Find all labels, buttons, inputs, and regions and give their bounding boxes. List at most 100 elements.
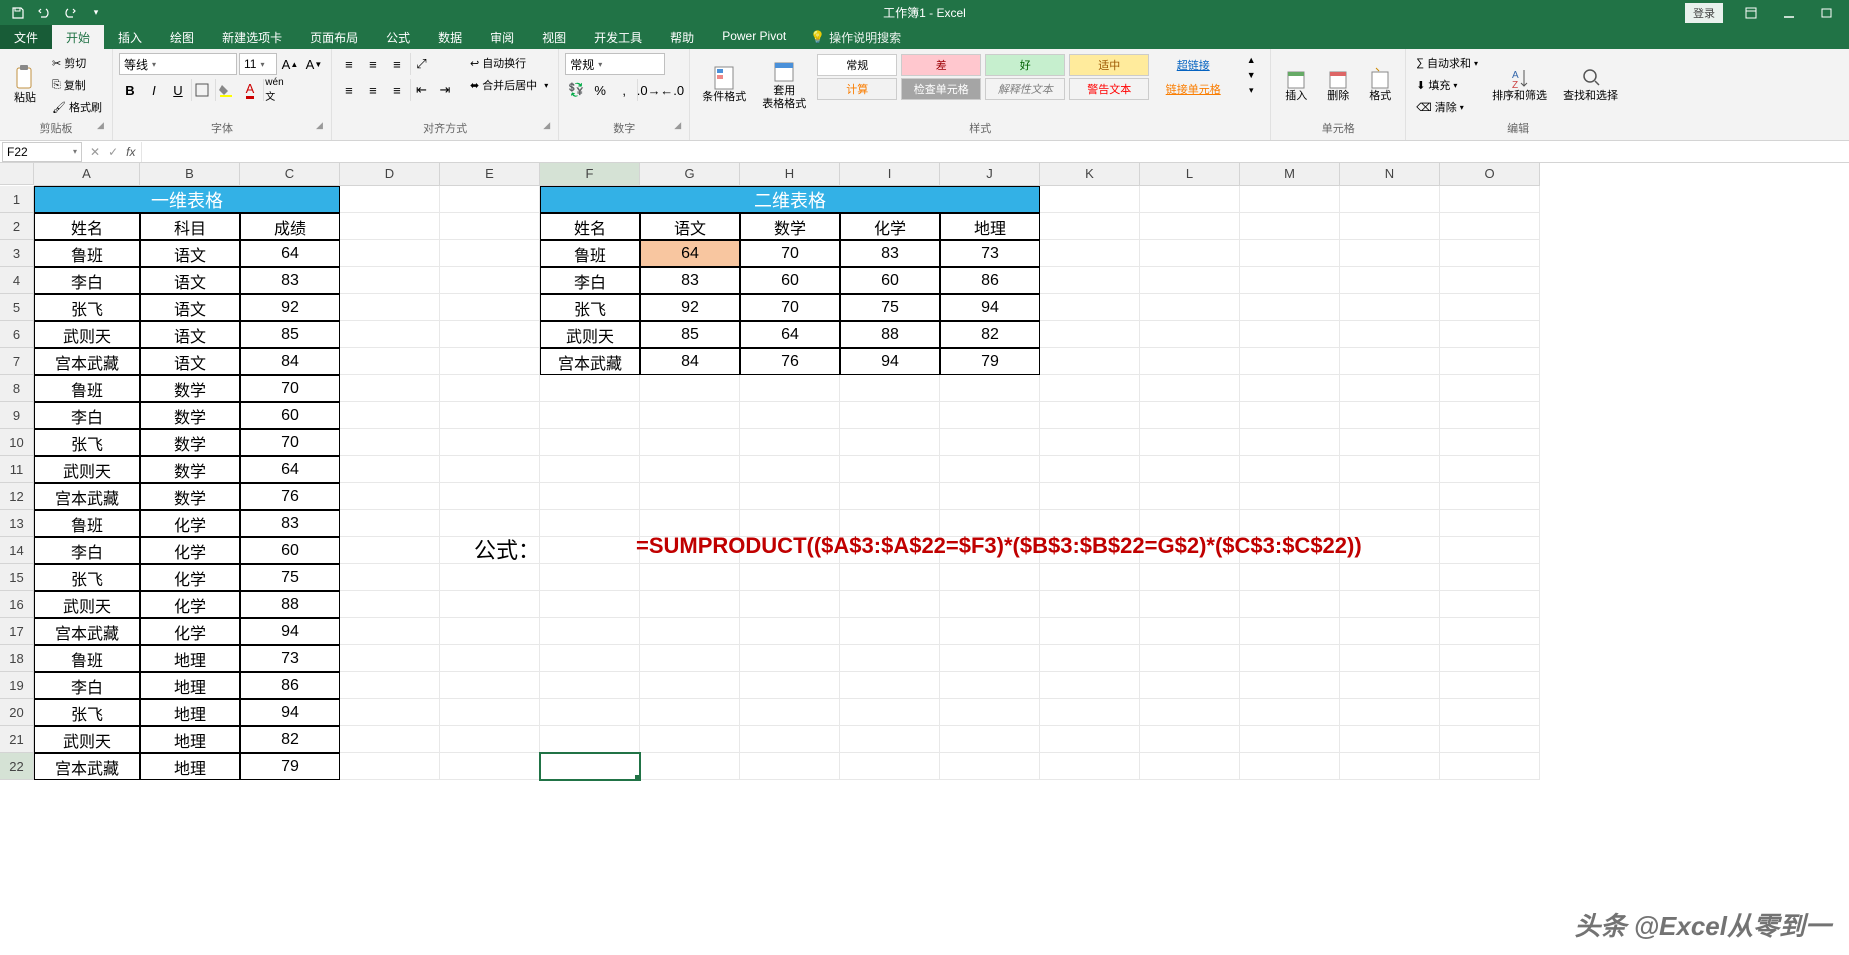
- align-left-icon[interactable]: ≡: [338, 79, 360, 101]
- increase-indent-icon[interactable]: ⇥: [434, 79, 456, 101]
- row-header-11[interactable]: 11: [0, 456, 34, 483]
- cell-C5[interactable]: 92: [240, 294, 340, 321]
- cell-K12[interactable]: [1040, 483, 1140, 510]
- cell-L19[interactable]: [1140, 672, 1240, 699]
- row-header-7[interactable]: 7: [0, 348, 34, 375]
- increase-font-icon[interactable]: A▲: [279, 53, 301, 75]
- cell-O3[interactable]: [1440, 240, 1540, 267]
- col-header-H[interactable]: H: [740, 163, 840, 185]
- style-scroll-up[interactable]: ▲: [1240, 53, 1262, 67]
- cell-B12[interactable]: 数学: [140, 483, 240, 510]
- cell-K14[interactable]: [1040, 537, 1140, 564]
- cell-D11[interactable]: [340, 456, 440, 483]
- row-header-18[interactable]: 18: [0, 645, 34, 672]
- row-header-21[interactable]: 21: [0, 726, 34, 753]
- cell-A4[interactable]: 李白: [34, 267, 140, 294]
- cell-C15[interactable]: 75: [240, 564, 340, 591]
- cell-D14[interactable]: [340, 537, 440, 564]
- row-header-15[interactable]: 15: [0, 564, 34, 591]
- cell-D22[interactable]: [340, 753, 440, 780]
- cell-B7[interactable]: 语文: [140, 348, 240, 375]
- style-explain[interactable]: 解释性文本: [985, 78, 1065, 100]
- cell-A15[interactable]: 张飞: [34, 564, 140, 591]
- cell-I12[interactable]: [840, 483, 940, 510]
- cell-C8[interactable]: 70: [240, 375, 340, 402]
- cell-H5[interactable]: 70: [740, 294, 840, 321]
- align-middle-icon[interactable]: ≡: [362, 53, 384, 75]
- tab-formulas[interactable]: 公式: [372, 25, 424, 49]
- fx-icon[interactable]: fx: [126, 145, 135, 159]
- cell-I18[interactable]: [840, 645, 940, 672]
- cell-H22[interactable]: [740, 753, 840, 780]
- col-header-I[interactable]: I: [840, 163, 940, 185]
- cell-I13[interactable]: [840, 510, 940, 537]
- insert-cells-button[interactable]: 插入: [1277, 53, 1315, 117]
- cell-J4[interactable]: 86: [940, 267, 1040, 294]
- merge-center-button[interactable]: ⬌合并后居中▾: [466, 75, 552, 95]
- cell-L22[interactable]: [1140, 753, 1240, 780]
- cell-C21[interactable]: 82: [240, 726, 340, 753]
- row-header-3[interactable]: 3: [0, 240, 34, 267]
- cell-K19[interactable]: [1040, 672, 1140, 699]
- cell-O18[interactable]: [1440, 645, 1540, 672]
- tab-insert[interactable]: 插入: [104, 25, 156, 49]
- cell-I17[interactable]: [840, 618, 940, 645]
- cell-D7[interactable]: [340, 348, 440, 375]
- cell-N16[interactable]: [1340, 591, 1440, 618]
- cell-N10[interactable]: [1340, 429, 1440, 456]
- row-header-1[interactable]: 1: [0, 186, 34, 213]
- cell-B16[interactable]: 化学: [140, 591, 240, 618]
- cell-A2[interactable]: 姓名: [34, 213, 140, 240]
- cell-N5[interactable]: [1340, 294, 1440, 321]
- align-right-icon[interactable]: ≡: [386, 79, 408, 101]
- col-header-G[interactable]: G: [640, 163, 740, 185]
- delete-cells-button[interactable]: 删除: [1319, 53, 1357, 117]
- style-scroll-down[interactable]: ▼: [1240, 68, 1262, 82]
- cell-N4[interactable]: [1340, 267, 1440, 294]
- row-header-2[interactable]: 2: [0, 213, 34, 240]
- cell-E22[interactable]: [440, 753, 540, 780]
- cell-A1[interactable]: 一维表格: [34, 186, 340, 213]
- cell-D1[interactable]: [340, 186, 440, 213]
- cell-I14[interactable]: [840, 537, 940, 564]
- cell-E9[interactable]: [440, 402, 540, 429]
- cell-F22[interactable]: [540, 753, 640, 780]
- cell-A14[interactable]: 李白: [34, 537, 140, 564]
- cell-J9[interactable]: [940, 402, 1040, 429]
- find-select-button[interactable]: 查找和选择: [1557, 53, 1624, 117]
- cell-E13[interactable]: [440, 510, 540, 537]
- tab-file[interactable]: 文件: [0, 25, 52, 49]
- cell-M3[interactable]: [1240, 240, 1340, 267]
- cell-O15[interactable]: [1440, 564, 1540, 591]
- cell-E6[interactable]: [440, 321, 540, 348]
- decrease-font-icon[interactable]: A▼: [303, 53, 325, 75]
- cell-A22[interactable]: 宫本武藏: [34, 753, 140, 780]
- paste-button[interactable]: 粘贴: [6, 53, 44, 117]
- cell-D20[interactable]: [340, 699, 440, 726]
- cell-N6[interactable]: [1340, 321, 1440, 348]
- tab-layout[interactable]: 页面布局: [296, 25, 372, 49]
- cell-G9[interactable]: [640, 402, 740, 429]
- select-all-corner[interactable]: [0, 163, 34, 185]
- row-header-4[interactable]: 4: [0, 267, 34, 294]
- align-bottom-icon[interactable]: ≡: [386, 53, 408, 75]
- maximize-icon[interactable]: [1809, 2, 1845, 24]
- cell-H4[interactable]: 60: [740, 267, 840, 294]
- cell-M7[interactable]: [1240, 348, 1340, 375]
- cell-D19[interactable]: [340, 672, 440, 699]
- cell-B8[interactable]: 数学: [140, 375, 240, 402]
- autosum-button[interactable]: ∑自动求和▾: [1412, 53, 1482, 73]
- cell-M2[interactable]: [1240, 213, 1340, 240]
- cell-E14[interactable]: [440, 537, 540, 564]
- cell-D13[interactable]: [340, 510, 440, 537]
- cell-L1[interactable]: [1140, 186, 1240, 213]
- col-header-M[interactable]: M: [1240, 163, 1340, 185]
- cell-H14[interactable]: [740, 537, 840, 564]
- cell-E21[interactable]: [440, 726, 540, 753]
- cell-F3[interactable]: 鲁班: [540, 240, 640, 267]
- clear-button[interactable]: ⌫清除▾: [1412, 97, 1482, 117]
- cell-J6[interactable]: 82: [940, 321, 1040, 348]
- cell-B3[interactable]: 语文: [140, 240, 240, 267]
- cell-B11[interactable]: 数学: [140, 456, 240, 483]
- row-header-8[interactable]: 8: [0, 375, 34, 402]
